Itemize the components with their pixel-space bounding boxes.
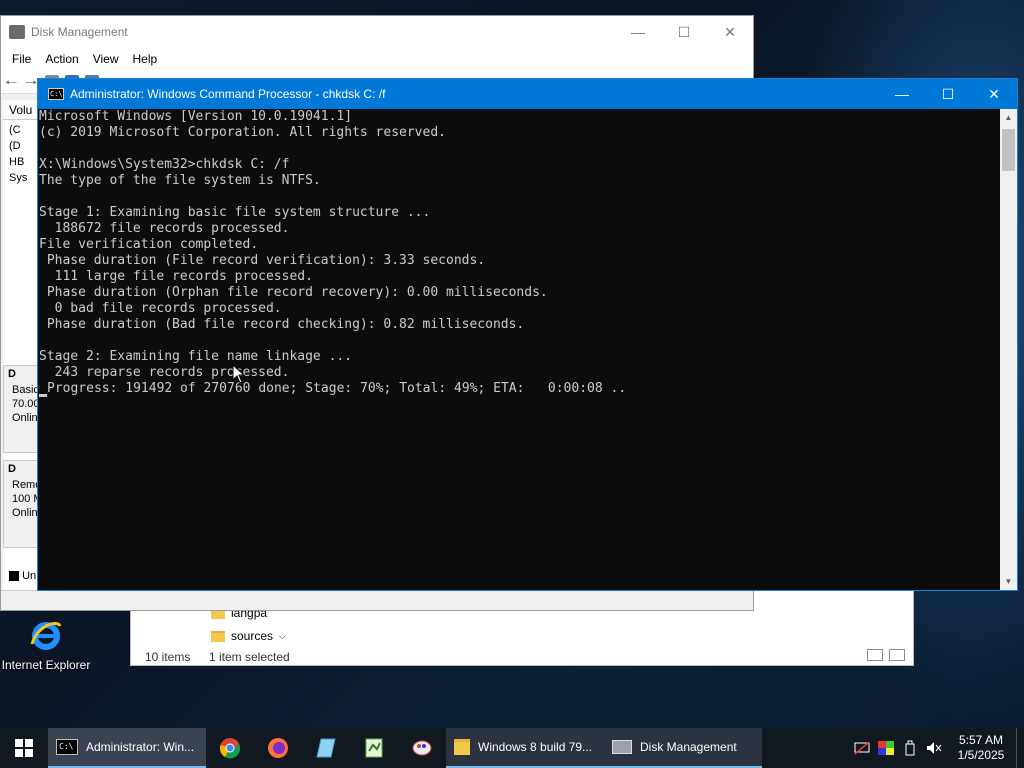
network-icon[interactable] bbox=[850, 728, 874, 768]
menu-action[interactable]: Action bbox=[38, 52, 85, 66]
close-button[interactable]: ✕ bbox=[707, 16, 753, 48]
disk-name: D bbox=[8, 368, 16, 380]
console-output[interactable]: Microsoft Windows [Version 10.0.19041.1]… bbox=[39, 109, 1000, 590]
paint-icon[interactable] bbox=[398, 728, 446, 768]
clock-time: 5:57 AM bbox=[958, 733, 1004, 747]
mouse-pointer-icon bbox=[232, 364, 246, 384]
firefox-icon[interactable] bbox=[254, 728, 302, 768]
large-icons-view-icon[interactable] bbox=[889, 649, 905, 661]
folder-icon bbox=[211, 630, 225, 642]
maximize-button[interactable]: ☐ bbox=[661, 16, 707, 48]
disk-name: D bbox=[8, 463, 16, 475]
notepad-icon[interactable] bbox=[302, 728, 350, 768]
color-icon[interactable] bbox=[874, 728, 898, 768]
usb-icon[interactable] bbox=[898, 728, 922, 768]
maximize-button[interactable]: ☐ bbox=[925, 79, 971, 109]
show-desktop-button[interactable] bbox=[1016, 728, 1024, 768]
text-cursor bbox=[39, 394, 47, 397]
taskbar-item-disk-management[interactable]: Disk Management bbox=[604, 728, 762, 768]
console-line: Stage 2: Examining file name linkage ... bbox=[39, 349, 353, 364]
system-tray: 5:57 AM 1/5/2025 bbox=[850, 728, 1024, 768]
status-bar bbox=[1, 590, 753, 610]
scrollbar-thumb[interactable] bbox=[1002, 129, 1015, 171]
desktop-icon-label: Internet Explorer bbox=[1, 658, 91, 672]
taskbar-item-label: Administrator: Win... bbox=[86, 740, 195, 754]
menu-help[interactable]: Help bbox=[126, 52, 165, 66]
legend-label: Un bbox=[22, 570, 37, 582]
status-selected: 1 item selected bbox=[209, 650, 290, 664]
start-button[interactable] bbox=[0, 728, 48, 768]
cmd-icon: C:\ bbox=[56, 739, 78, 755]
vertical-scrollbar[interactable]: ▲ ▼ bbox=[1000, 109, 1017, 590]
console-line: Microsoft Windows [Version 10.0.19041.1] bbox=[39, 109, 353, 124]
taskbar-item-cmd[interactable]: C:\ Administrator: Win... bbox=[48, 728, 206, 768]
disk-0-panel[interactable]: D Basic 70.00 Onlin bbox=[3, 365, 40, 453]
folder-icon bbox=[454, 739, 470, 755]
title-bar[interactable]: Disk Management — ☐ ✕ bbox=[1, 16, 753, 48]
console-line: 188672 file records processed. bbox=[39, 221, 290, 236]
windows-logo-icon bbox=[15, 739, 33, 757]
minimize-button[interactable]: — bbox=[879, 79, 925, 109]
window-title: Disk Management bbox=[31, 25, 128, 39]
menu-bar: File Action View Help bbox=[1, 48, 753, 70]
console-line: Phase duration (Orphan file record recov… bbox=[39, 285, 548, 300]
desktop-icon-internet-explorer[interactable]: Internet Explorer bbox=[0, 618, 92, 672]
command-prompt-window[interactable]: C:\ Administrator: Windows Command Proce… bbox=[37, 78, 1018, 591]
console-line: 0 bad file records processed. bbox=[39, 301, 282, 316]
console-line: Stage 1: Examining basic file system str… bbox=[39, 205, 431, 220]
status-item-count: 10 items bbox=[145, 650, 191, 664]
column-header-volume[interactable]: Volu bbox=[3, 100, 39, 120]
console-line: Phase duration (File record verification… bbox=[39, 253, 486, 268]
console-line: The type of the file system is NTFS. bbox=[39, 173, 321, 188]
console-line: 111 large file records processed. bbox=[39, 269, 313, 284]
notepad-plus-plus-icon[interactable] bbox=[350, 728, 398, 768]
list-item[interactable]: sources ⌵ bbox=[211, 626, 286, 646]
chrome-icon[interactable] bbox=[206, 728, 254, 768]
chevron-down-icon[interactable]: ⌵ bbox=[279, 631, 286, 642]
legend-swatch bbox=[9, 571, 19, 582]
scroll-up-icon[interactable]: ▲ bbox=[1000, 109, 1017, 126]
console-line: Phase duration (Bad file record checking… bbox=[39, 317, 525, 332]
file-name: sources bbox=[231, 629, 274, 643]
console-line: X:\Windows\System32>chkdsk C: /f bbox=[39, 157, 290, 172]
cmd-icon: C:\ bbox=[48, 88, 64, 100]
taskbar-item-label: Windows 8 build 79... bbox=[478, 740, 593, 754]
view-toggle bbox=[867, 649, 905, 661]
console-line: File verification completed. bbox=[39, 237, 259, 252]
minimize-button[interactable]: — bbox=[615, 16, 661, 48]
menu-view[interactable]: View bbox=[86, 52, 126, 66]
taskbar-item-label: Disk Management bbox=[640, 740, 737, 754]
disk-management-icon bbox=[612, 740, 632, 754]
console-line: (c) 2019 Microsoft Corporation. All righ… bbox=[39, 125, 446, 140]
scroll-down-icon[interactable]: ▼ bbox=[1000, 573, 1017, 590]
back-icon[interactable]: 🠐 bbox=[5, 75, 19, 89]
console-line: Progress: 191492 of 270760 done; Stage: … bbox=[39, 381, 1000, 397]
taskbar: C:\ Administrator: Win... Windows 8 buil… bbox=[0, 728, 1024, 768]
title-bar[interactable]: C:\ Administrator: Windows Command Proce… bbox=[38, 79, 1017, 109]
volume-muted-icon[interactable] bbox=[922, 728, 946, 768]
menu-file[interactable]: File bbox=[5, 52, 38, 66]
console-line: 243 reparse records processed. bbox=[39, 365, 290, 380]
internet-explorer-icon bbox=[28, 618, 64, 654]
window-title: Administrator: Windows Command Processor… bbox=[70, 87, 386, 101]
clock-date: 1/5/2025 bbox=[957, 748, 1005, 762]
status-bar: 10 items 1 item selected bbox=[131, 647, 913, 667]
disk-1-panel[interactable]: D Remo 100 M Onlin bbox=[3, 460, 43, 548]
disk-management-icon bbox=[9, 25, 25, 39]
close-button[interactable]: ✕ bbox=[971, 79, 1017, 109]
clock[interactable]: 5:57 AM 1/5/2025 bbox=[946, 733, 1016, 763]
volume-list: Volu (C (D HB Sys D Basic 70.00 Onlin D … bbox=[3, 100, 43, 608]
taskbar-item-explorer[interactable]: Windows 8 build 79... bbox=[446, 728, 604, 768]
details-view-icon[interactable] bbox=[867, 649, 883, 661]
